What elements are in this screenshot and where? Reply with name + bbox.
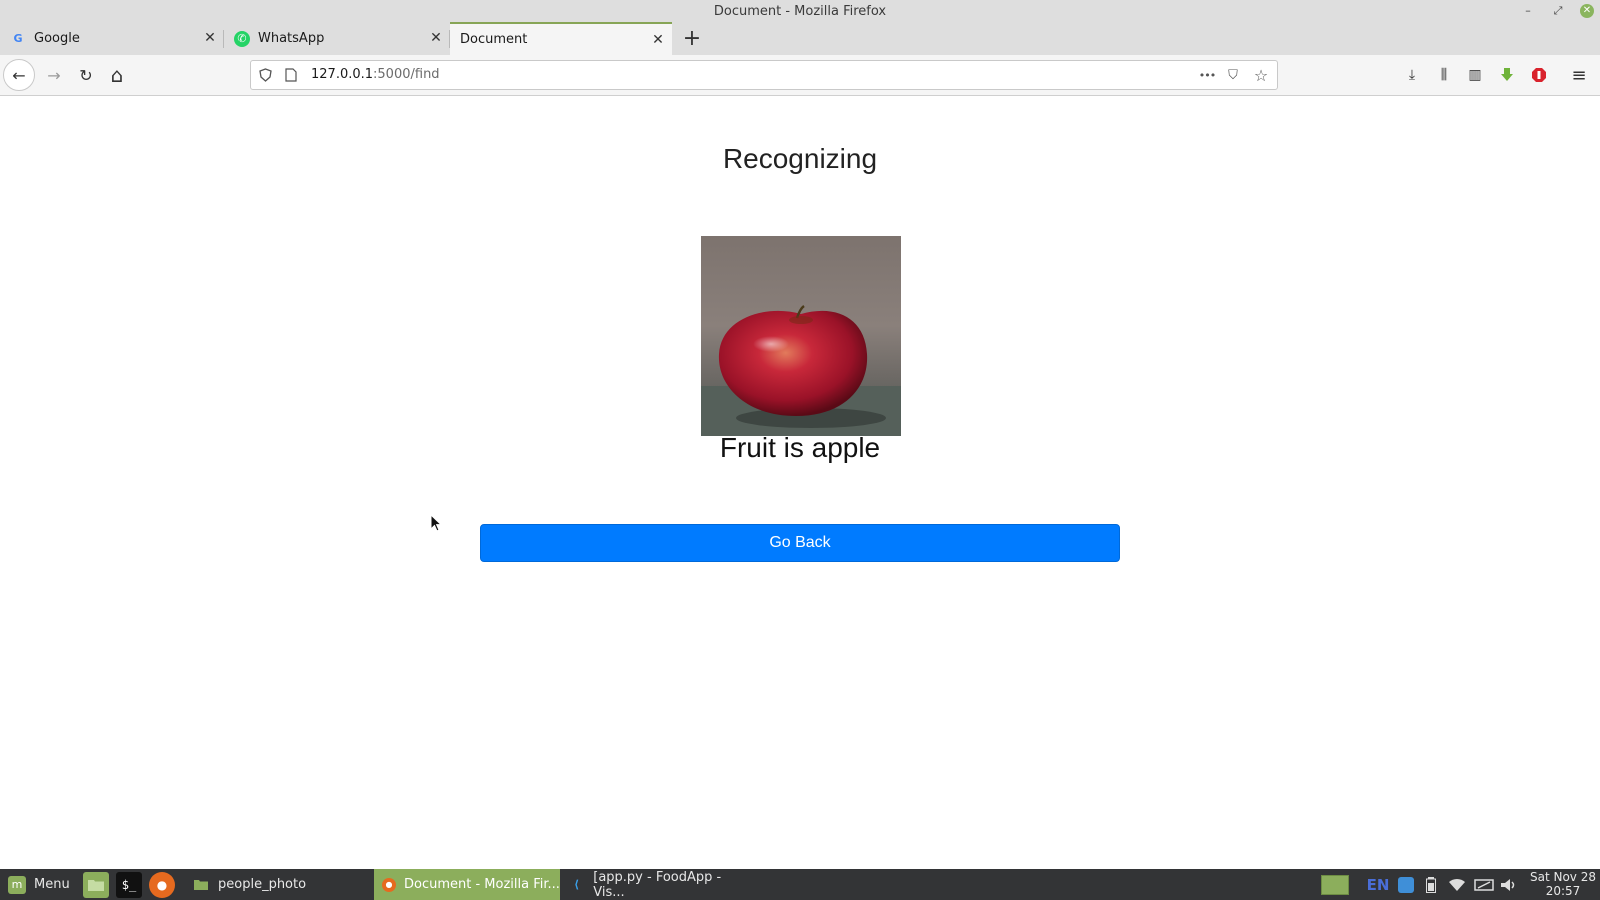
close-tab-icon[interactable]: ✕	[650, 32, 666, 48]
minimize-icon[interactable]: –	[1520, 3, 1536, 19]
url-bar[interactable]: 127.0.0.1:5000/find ••• ⛉ ☆	[250, 60, 1278, 90]
window-titlebar: Document - Mozilla Firefox – ⤢ ✕	[0, 0, 1600, 22]
update-manager-icon[interactable]	[1396, 869, 1416, 900]
page-actions-icon[interactable]: •••	[1195, 67, 1219, 83]
window-controls: – ⤢ ✕	[1520, 3, 1594, 19]
back-button[interactable]: ←	[3, 59, 35, 91]
menu-button[interactable]: m Menu	[0, 869, 76, 900]
taskbar-item-vscode[interactable]: ⟨ [app.py - FoodApp - Vis...	[560, 869, 750, 900]
network-icon[interactable]	[1472, 869, 1496, 900]
download-icon[interactable]: ⤓	[1402, 65, 1422, 85]
tab-google[interactable]: G Google ✕	[0, 22, 224, 55]
window-title: Document - Mozilla Firefox	[713, 4, 887, 19]
recognition-result: Fruit is apple	[719, 432, 881, 463]
pocket-icon[interactable]: ⛉	[1225, 67, 1241, 83]
tab-label: WhatsApp	[258, 31, 325, 46]
maximize-icon[interactable]: ⤢	[1550, 3, 1566, 19]
volume-icon[interactable]	[1498, 869, 1520, 900]
url-text[interactable]: 127.0.0.1:5000/find	[311, 61, 440, 89]
page-content: Recognizing Fruit is apple Go Back	[0, 96, 1600, 869]
fruit-image	[701, 236, 901, 436]
sidebar-icon[interactable]: ▥	[1465, 65, 1485, 85]
close-tab-icon[interactable]: ✕	[202, 30, 218, 46]
tab-whatsapp[interactable]: ✆ WhatsApp ✕	[224, 22, 450, 55]
mouse-cursor-icon	[430, 514, 443, 532]
tab-label: Google	[34, 31, 80, 46]
clock-time: 20:57	[1545, 884, 1581, 898]
firefox-icon: ●	[382, 877, 396, 892]
page-icon	[283, 67, 299, 83]
taskbar-item-firefox[interactable]: ● Document - Mozilla Fir...	[374, 869, 560, 900]
new-tab-button[interactable]: +	[680, 22, 704, 55]
keyboard-layout-indicator[interactable]: EN	[1366, 869, 1390, 900]
terminal-launcher-icon[interactable]: $_	[116, 872, 142, 898]
mint-logo-icon: m	[8, 875, 26, 894]
clock-date: Sat Nov 28	[1530, 870, 1596, 884]
go-back-button[interactable]: Go Back	[480, 524, 1120, 562]
navigation-toolbar: ← → ↻ ⌂ 127.0.0.1:5000/find ••• ⛉ ☆ ⤓ ⫼ …	[0, 55, 1600, 96]
taskbar-item-people-photo[interactable]: people_photo	[184, 869, 372, 900]
shield-icon[interactable]	[257, 67, 273, 83]
files-launcher-icon[interactable]	[83, 872, 109, 898]
google-icon: G	[13, 32, 23, 45]
adblock-icon[interactable]	[1529, 65, 1549, 85]
wifi-icon[interactable]	[1446, 869, 1468, 900]
taskbar-item-label: people_photo	[218, 877, 307, 892]
battery-icon[interactable]	[1422, 869, 1440, 900]
tab-bar: G Google ✕ ✆ WhatsApp ✕ Document ✕ +	[0, 22, 1600, 55]
vscode-icon: ⟨	[574, 878, 580, 891]
download-extension-icon[interactable]	[1497, 65, 1517, 85]
workspace-icon[interactable]	[1320, 869, 1350, 900]
library-icon[interactable]: ⫼	[1434, 65, 1454, 85]
forward-button[interactable]: →	[38, 59, 70, 91]
whatsapp-icon: ✆	[234, 30, 250, 47]
clock[interactable]: Sat Nov 28 20:57	[1530, 870, 1596, 898]
page-title: Recognizing	[722, 143, 878, 174]
tab-label: Document	[460, 32, 528, 47]
hamburger-menu-icon[interactable]: ≡	[1569, 65, 1589, 86]
menu-label: Menu	[34, 877, 70, 892]
url-path: :5000/find	[373, 67, 440, 82]
firefox-launcher-icon[interactable]: ●	[149, 872, 175, 898]
close-window-icon[interactable]: ✕	[1580, 4, 1594, 18]
reload-button[interactable]: ↻	[70, 59, 102, 91]
tab-document[interactable]: Document ✕	[450, 22, 672, 55]
taskbar: m Menu $_ ● people_photo ● Document - Mo…	[0, 869, 1600, 900]
taskbar-item-label: Document - Mozilla Fir...	[404, 877, 560, 892]
close-tab-icon[interactable]: ✕	[428, 30, 444, 46]
url-host: 127.0.0.1	[311, 67, 374, 82]
bookmark-star-icon[interactable]: ☆	[1253, 66, 1269, 85]
folder-icon	[192, 876, 210, 894]
taskbar-item-label: [app.py - FoodApp - Vis...	[593, 869, 722, 900]
home-button[interactable]: ⌂	[101, 59, 133, 91]
